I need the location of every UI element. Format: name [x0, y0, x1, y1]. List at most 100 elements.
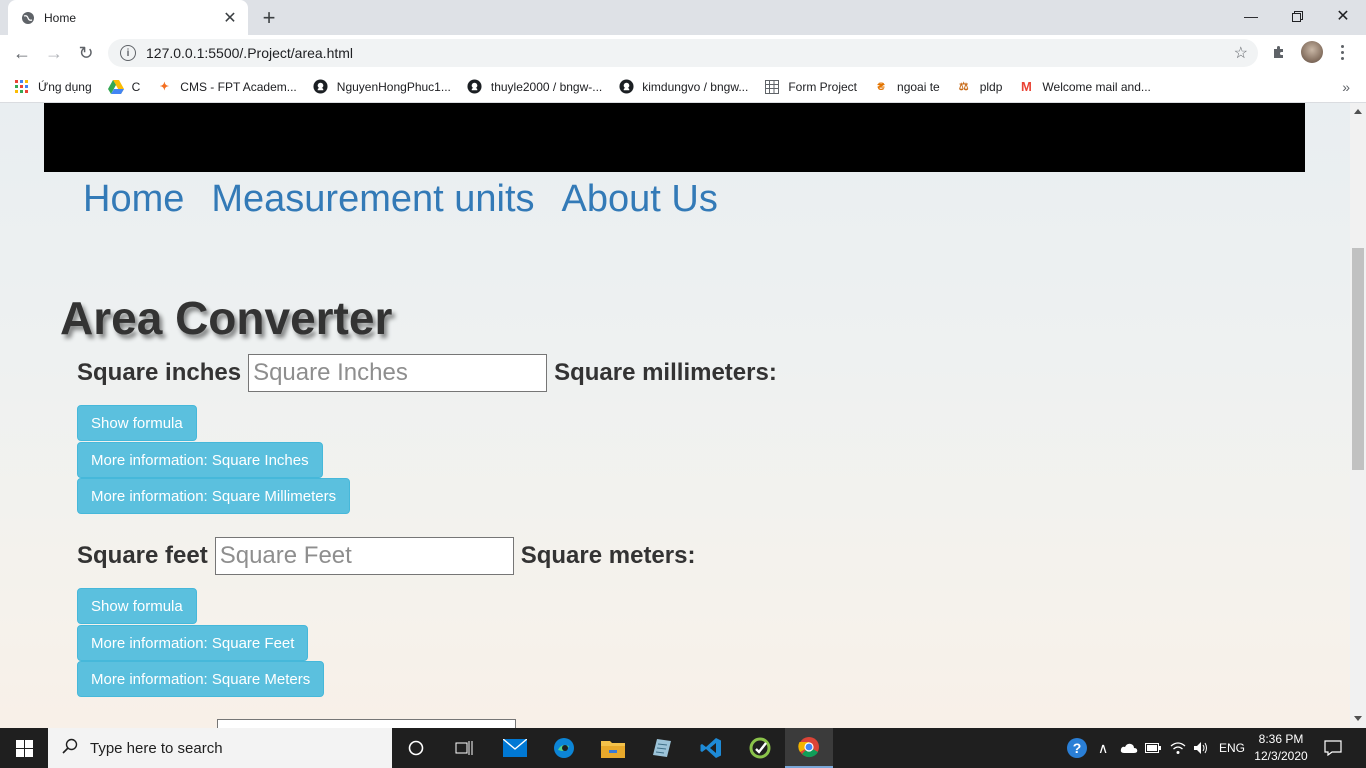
bookmark-label: kimdungvo / bngw...	[642, 79, 749, 94]
page-scrollbar[interactable]	[1350, 103, 1366, 728]
file-explorer-icon[interactable]	[589, 728, 637, 768]
windows-start-button[interactable]	[0, 728, 48, 768]
tab-strip: Home ✕ + — ✕	[0, 0, 1366, 35]
nav-measurement-units-link[interactable]: Measurement units	[211, 178, 534, 221]
notepad-icon[interactable]	[638, 728, 686, 768]
clock-date: 12/3/2020	[1254, 749, 1308, 763]
search-icon	[62, 738, 78, 759]
page-title: Area Converter	[60, 292, 393, 344]
bookmark-label: pldp	[979, 79, 1003, 94]
bookmark-label: Ứng dụng	[38, 79, 92, 94]
windows-taskbar: Type here to search ? ∧ ENG 8:36 PM 12/3…	[0, 728, 1366, 768]
next-converter-input[interactable]	[217, 719, 516, 728]
scroll-down-arrow-icon[interactable]	[1354, 716, 1362, 721]
bookmark-label: C	[131, 79, 141, 94]
language-indicator[interactable]: ENG	[1219, 728, 1245, 768]
square-millimeters-label: Square millimeters:	[554, 359, 777, 386]
forward-arrow-icon[interactable]: →	[40, 39, 68, 67]
gmail-icon: M	[1020, 79, 1032, 94]
app-green-icon[interactable]	[736, 728, 784, 768]
svg-text:?: ?	[1073, 740, 1082, 756]
mail-icon[interactable]	[491, 728, 539, 768]
taskbar-search-box[interactable]: Type here to search	[48, 728, 392, 768]
square-meters-label: Square meters:	[520, 542, 696, 569]
scrollbar-thumb[interactable]	[1352, 248, 1364, 470]
square-feet-label: Square feet	[77, 542, 208, 569]
page-viewport: Home Measurement units About Us Area Con…	[0, 103, 1350, 728]
notifications-icon[interactable]	[1324, 728, 1342, 768]
task-view-icon[interactable]	[440, 728, 488, 768]
bookmark-pldp[interactable]: ⚖ pldp	[956, 79, 1003, 95]
info-icon[interactable]: i	[120, 45, 136, 61]
site-nav: Home Measurement units About Us	[83, 178, 718, 221]
onedrive-cloud-icon[interactable]	[1120, 728, 1138, 768]
bookmark-label: ngoai te	[897, 79, 940, 94]
bookmark-form-project[interactable]: Form Project	[764, 79, 857, 95]
more-info-square-feet-button[interactable]: More information: Square Feet	[77, 625, 309, 661]
chrome-taskbar-icon[interactable]	[785, 728, 833, 768]
vscode-icon[interactable]	[687, 728, 735, 768]
browser-tab[interactable]: Home ✕	[8, 0, 248, 35]
battery-icon[interactable]	[1145, 728, 1161, 768]
taskbar-clock[interactable]: 8:36 PM 12/3/2020	[1250, 731, 1312, 765]
restore-button[interactable]	[1274, 0, 1320, 32]
converter-row-square-inches: Square inches Square millimeters:	[77, 354, 777, 392]
bookmark-apps[interactable]: Ứng dụng	[14, 79, 92, 95]
more-info-square-inches-button[interactable]: More information: Square Inches	[77, 442, 323, 478]
bookmark-label: Welcome mail and...	[1042, 79, 1151, 94]
wifi-icon[interactable]	[1170, 728, 1186, 768]
extensions-puzzle-icon[interactable]	[1267, 40, 1291, 64]
chrome-menu-icon[interactable]	[1334, 40, 1350, 64]
bookmark-label: thuyle2000 / bngw-...	[490, 79, 603, 94]
close-icon[interactable]: ✕	[220, 8, 240, 28]
search-placeholder: Type here to search	[90, 739, 223, 757]
square-feet-input[interactable]	[214, 537, 514, 575]
show-hidden-icons-chevron-icon[interactable]: ∧	[1098, 728, 1108, 768]
nav-about-us-link[interactable]: About Us	[562, 178, 718, 221]
converter-row-square-feet: Square feet Square meters:	[77, 537, 695, 575]
form-icon	[764, 79, 780, 95]
bookmark-label: Form Project	[788, 79, 858, 94]
show-formula-button-2[interactable]: Show formula	[77, 588, 197, 624]
square-inches-input[interactable]	[248, 354, 548, 392]
back-arrow-icon[interactable]: ←	[8, 39, 36, 67]
bookmark-github-1[interactable]: NguyenHongPhuc1...	[313, 79, 451, 95]
tab-title: Home	[44, 10, 77, 25]
volume-icon[interactable]	[1193, 728, 1209, 768]
more-info-square-millimeters-button[interactable]: More information: Square Millimeters	[77, 478, 351, 514]
clock-time: 8:36 PM	[1258, 732, 1304, 746]
show-formula-button-1[interactable]: Show formula	[77, 405, 197, 441]
nav-home-link[interactable]: Home	[83, 178, 184, 221]
github-icon	[618, 79, 634, 95]
bookmark-github-2[interactable]: thuyle2000 / bngw-...	[467, 79, 602, 95]
github-icon	[467, 79, 483, 95]
bookmark-gmail[interactable]: M Welcome mail and...	[1018, 79, 1151, 95]
cortana-icon[interactable]	[392, 728, 440, 768]
address-bar[interactable]: i 127.0.0.1:5500/.Project/area.html ☆	[108, 39, 1258, 67]
globe-icon	[20, 10, 36, 26]
minimize-button[interactable]: —	[1228, 0, 1274, 32]
currency-icon: ₴	[877, 80, 885, 93]
bookmark-ngoai-te[interactable]: ₴ ngoai te	[873, 79, 940, 95]
bookmark-icon: ⚖	[958, 81, 969, 93]
help-icon[interactable]: ?	[1066, 728, 1088, 768]
fpt-icon: ✦	[159, 81, 169, 93]
bookmarks-overflow-icon[interactable]: »	[1342, 79, 1350, 95]
square-inches-label: Square inches	[77, 359, 242, 386]
scroll-up-arrow-icon[interactable]	[1354, 109, 1362, 114]
new-tab-button[interactable]: +	[256, 5, 282, 31]
edge-icon[interactable]	[540, 728, 588, 768]
more-info-square-meters-button[interactable]: More information: Square Meters	[77, 661, 325, 697]
header-banner	[44, 103, 1305, 172]
close-window-button[interactable]: ✕	[1320, 0, 1366, 32]
bookmark-drive[interactable]: C	[107, 79, 141, 95]
browser-toolbar: ← → ↻ i 127.0.0.1:5500/.Project/area.htm…	[0, 35, 1366, 71]
bookmark-star-icon[interactable]: ☆	[1234, 43, 1248, 63]
reload-icon[interactable]: ↻	[72, 39, 100, 67]
bookmark-label: CMS - FPT Academ...	[180, 79, 297, 94]
bookmark-cms[interactable]: ✦ CMS - FPT Academ...	[156, 79, 297, 95]
bookmark-github-3[interactable]: kimdungvo / bngw...	[618, 79, 748, 95]
profile-avatar[interactable]	[1301, 41, 1323, 63]
google-drive-icon	[107, 79, 124, 95]
url-text[interactable]: 127.0.0.1:5500/.Project/area.html	[146, 45, 353, 61]
